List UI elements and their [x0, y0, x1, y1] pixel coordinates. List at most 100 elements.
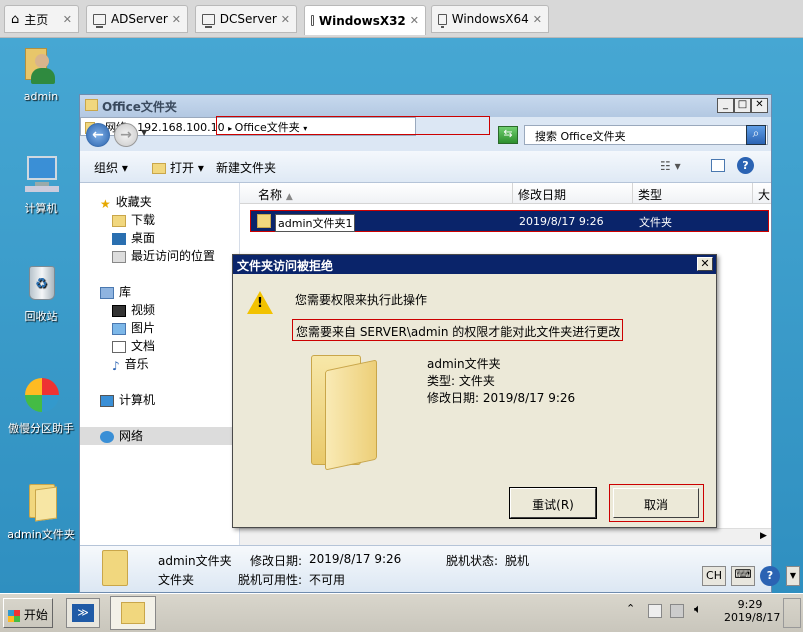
address-highlight	[216, 116, 490, 135]
table-row[interactable]: admin文件夹1 2019/8/17 9:26 文件夹	[250, 210, 769, 232]
help-icon[interactable]: ?	[737, 157, 754, 174]
maximize-button[interactable]: □	[734, 98, 751, 113]
column-size[interactable]: 大	[758, 186, 770, 203]
keyboard-icon[interactable]: ⌨	[731, 566, 755, 586]
tab-adserver[interactable]: ADServer ✕	[86, 5, 188, 33]
desktop-icon-admin[interactable]: admin	[2, 44, 80, 103]
forward-button[interactable]: →	[114, 123, 138, 147]
clock[interactable]: 9:29 2019/8/17	[724, 598, 781, 624]
desktop-icon-label: admin文件夹	[7, 528, 75, 541]
clock-date: 2019/8/17	[724, 611, 781, 624]
file-modified: 2019/8/17 9:26	[519, 215, 604, 228]
vm-icon	[202, 13, 215, 28]
desktop-icon-partition-assistant[interactable]: 傲慢分区助手	[2, 374, 80, 436]
open-button[interactable]: 打开 ▾	[152, 159, 204, 176]
close-icon[interactable]: ✕	[281, 13, 290, 26]
nav-network[interactable]: 网络	[80, 427, 238, 445]
taskbar-explorer[interactable]	[110, 596, 156, 630]
partition-assistant-icon	[21, 374, 61, 416]
tab-label: WindowsX32	[318, 13, 406, 28]
dialog-close-button[interactable]: ✕	[697, 257, 713, 271]
close-icon[interactable]: ✕	[63, 13, 72, 26]
cancel-button[interactable]: 取消	[613, 488, 699, 518]
vm-icon	[93, 13, 106, 28]
new-folder-button[interactable]: 新建文件夹	[216, 159, 276, 176]
folder-icon	[102, 550, 128, 586]
organize-button[interactable]: 组织 ▾	[94, 159, 128, 176]
folder-icon	[21, 480, 61, 522]
windows-logo-icon	[8, 609, 20, 622]
retry-button[interactable]: 重试(R)	[509, 487, 597, 519]
tab-label: ADServer	[110, 12, 168, 26]
tab-label: DCServer	[219, 12, 277, 26]
back-button[interactable]: ←	[86, 123, 110, 147]
desktop-icon-label: 傲慢分区助手	[8, 422, 74, 435]
dialog-folder-type: 类型: 文件夹	[427, 374, 495, 388]
home-icon: ⌂	[11, 11, 20, 27]
column-separator[interactable]	[512, 183, 513, 204]
network-icon	[100, 430, 114, 443]
close-icon[interactable]: ✕	[533, 13, 542, 26]
tab-windowsx64[interactable]: WindowsX64 ✕	[431, 5, 549, 33]
detail-type: 文件夹	[158, 573, 195, 587]
downloads-icon	[112, 214, 126, 227]
start-button[interactable]: 开始	[3, 598, 53, 628]
tab-home[interactable]: ⌂ 主页 ✕	[4, 5, 79, 33]
taskbar-powershell[interactable]: ≫	[66, 598, 100, 628]
column-separator[interactable]	[632, 183, 633, 204]
network-tray-icon[interactable]	[670, 604, 684, 618]
scroll-right-icon[interactable]: ▶	[760, 531, 767, 541]
refresh-icon[interactable]: ⇆	[498, 126, 518, 144]
window-title: Office文件夹	[102, 100, 177, 114]
tab-dcserver[interactable]: DCServer ✕	[195, 5, 297, 33]
column-modified[interactable]: 修改日期	[518, 186, 566, 203]
picture-icon	[112, 322, 126, 335]
close-button[interactable]: ✕	[751, 98, 768, 113]
recent-places-icon	[112, 250, 126, 263]
preview-pane-icon[interactable]	[711, 159, 725, 172]
chevron-down-icon[interactable]: ▼	[786, 566, 800, 586]
breadcrumb-host[interactable]: 192.168.100.10	[137, 121, 224, 134]
volume-icon[interactable]: 🔈︎	[694, 602, 702, 617]
computer-icon	[21, 154, 61, 196]
tab-label: WindowsX64	[451, 12, 529, 26]
close-icon[interactable]: ✕	[410, 14, 419, 27]
detail-modified-label: 修改日期:	[250, 554, 303, 568]
close-icon[interactable]: ✕	[172, 13, 181, 26]
action-center-icon[interactable]	[648, 604, 662, 618]
explorer-icon	[121, 602, 145, 624]
search-icon[interactable]: ⌕	[746, 125, 766, 145]
file-name[interactable]: admin文件夹1	[275, 214, 356, 232]
details-pane: admin文件夹 修改日期: 2019/8/17 9:26 脱机状态: 脱机 文…	[80, 545, 771, 592]
desktop-icon-admin-folder[interactable]: admin文件夹	[2, 480, 80, 542]
dialog-message: 您需要权限来执行此操作	[295, 293, 428, 307]
dialog-folder-date: 修改日期: 2019/8/17 9:26	[427, 391, 576, 405]
search-input[interactable]: 搜索 Office文件夹	[524, 125, 768, 145]
window-title-bar[interactable]: Office文件夹	[80, 95, 771, 117]
file-type: 文件夹	[639, 216, 672, 229]
show-desktop-button[interactable]	[783, 598, 801, 628]
detail-offline-label: 脱机状态:	[446, 554, 499, 568]
column-header: 名称 ▲ 修改日期 类型 大	[240, 183, 771, 204]
dialog-title-bar[interactable]: 文件夹访问被拒绝	[233, 255, 716, 274]
help-icon[interactable]: ?	[760, 566, 780, 586]
access-denied-dialog: 文件夹访问被拒绝 ✕ ! 您需要权限来执行此操作 您需要来自 SERVER\ad…	[232, 254, 717, 528]
user-icon	[21, 44, 61, 86]
view-options-icon[interactable]: ☷ ▾	[660, 159, 681, 173]
show-hidden-icons[interactable]: ⌃	[626, 602, 635, 615]
dialog-title: 文件夹访问被拒绝	[237, 259, 334, 273]
nav-favorites[interactable]: ★ 收藏夹	[100, 193, 258, 211]
minimize-button[interactable]: _	[717, 98, 734, 113]
desktop-icon-recycle-bin[interactable]: ♻ 回收站	[2, 262, 80, 324]
column-name[interactable]: 名称 ▲	[258, 186, 293, 203]
language-indicator[interactable]: CH	[702, 566, 726, 586]
column-separator[interactable]	[752, 183, 753, 204]
detail-availability-label: 脱机可用性:	[238, 573, 303, 587]
chevron-down-icon[interactable]: ▼	[141, 128, 147, 137]
folder-icon	[85, 99, 98, 111]
horizontal-scrollbar[interactable]: ▶	[240, 528, 771, 545]
desktop-icon-computer[interactable]: 计算机	[2, 154, 80, 216]
column-type[interactable]: 类型	[638, 186, 662, 203]
tab-windowsx32[interactable]: WindowsX32 ✕	[304, 5, 426, 35]
folder-open-icon	[152, 163, 166, 174]
